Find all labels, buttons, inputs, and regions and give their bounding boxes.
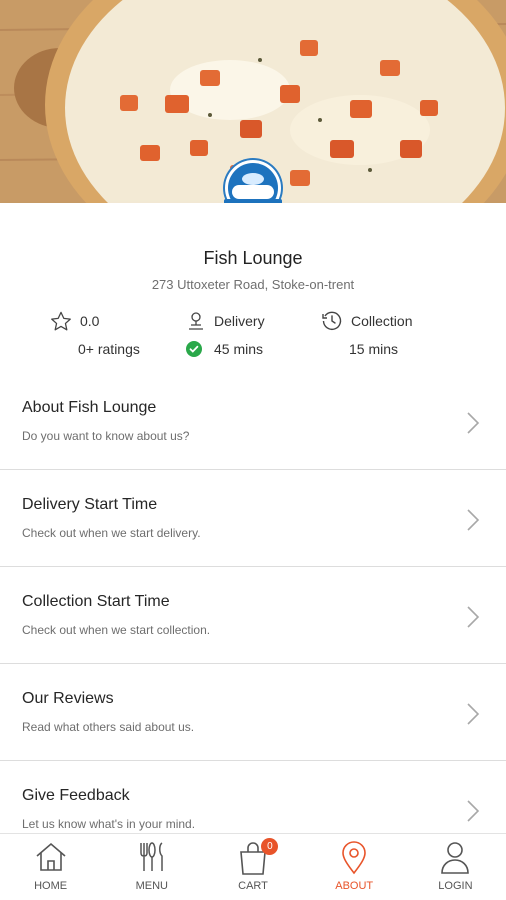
chevron-right-icon — [466, 411, 480, 440]
check-icon — [186, 341, 202, 357]
list-item-subtitle: Read what others said about us. — [22, 720, 195, 734]
list-item-title: Give Feedback — [22, 787, 130, 804]
delivery-label: Delivery — [214, 313, 265, 329]
collection-label: Collection — [351, 313, 413, 329]
collection-start-time-item[interactable]: Collection Start Time Check out when we … — [0, 567, 506, 664]
list-item-title: Our Reviews — [22, 690, 114, 707]
restaurant-address: 273 Uttoxeter Road, Stoke-on-trent — [151, 277, 355, 292]
cutlery-icon — [135, 840, 169, 879]
nav-login[interactable]: LOGIN — [405, 834, 506, 900]
chevron-right-icon — [466, 799, 480, 828]
nav-cart-label: CART — [238, 880, 268, 892]
list-item-subtitle: Check out when we start delivery. — [22, 526, 201, 540]
restaurant-name: Fish Lounge — [203, 248, 303, 268]
nav-menu[interactable]: MENU — [101, 834, 202, 900]
user-icon — [438, 840, 472, 881]
list-item-title: Collection Start Time — [22, 593, 170, 610]
cart-count-badge: 0 — [261, 838, 279, 855]
list-item-subtitle: Check out when we start collection. — [22, 623, 211, 637]
chevron-right-icon — [466, 702, 480, 731]
our-reviews-item[interactable]: Our Reviews Read what others said about … — [0, 664, 506, 761]
nav-about[interactable]: ABOUT — [304, 834, 405, 900]
rating-stat: 0.0 0+ ratings — [50, 311, 140, 359]
nav-home[interactable]: HOME — [0, 834, 101, 900]
delivery-time: 45 mins — [214, 341, 264, 357]
delivery-icon — [186, 311, 206, 331]
delivery-stat: Delivery 45 mins — [186, 311, 265, 359]
collection-time: 15 mins — [349, 341, 399, 357]
list-item-title: Delivery Start Time — [22, 496, 158, 513]
chevron-right-icon — [466, 508, 480, 537]
chevron-right-icon — [466, 605, 480, 634]
about-menu-list: About Fish Lounge Do you want to know ab… — [0, 373, 506, 858]
home-icon — [34, 840, 68, 879]
star-icon — [50, 311, 72, 331]
bottom-navigation: HOME MENU 0 CART ABOUT LOGIN — [0, 833, 506, 900]
collection-stat: Collection 15 mins — [321, 311, 412, 359]
clock-history-icon — [321, 310, 343, 332]
list-item-subtitle: Let us know what's in your mind. — [22, 817, 196, 831]
nav-about-label: ABOUT — [335, 880, 374, 892]
restaurant-info: Fish Lounge 273 Uttoxeter Road, Stoke-on… — [0, 203, 506, 373]
nav-cart[interactable]: 0 CART — [202, 834, 303, 900]
nav-login-label: LOGIN — [438, 880, 473, 892]
rating-value: 0.0 — [80, 313, 100, 329]
list-item-subtitle: Do you want to know about us? — [22, 429, 190, 443]
delivery-start-time-item[interactable]: Delivery Start Time Check out when we st… — [0, 470, 506, 567]
list-item-title: About Fish Lounge — [22, 399, 157, 416]
nav-menu-label: MENU — [135, 880, 168, 892]
location-pin-icon — [337, 840, 371, 881]
rating-count: 0+ ratings — [78, 341, 140, 357]
nav-home-label: HOME — [34, 880, 68, 892]
about-us-item[interactable]: About Fish Lounge Do you want to know ab… — [0, 373, 506, 470]
